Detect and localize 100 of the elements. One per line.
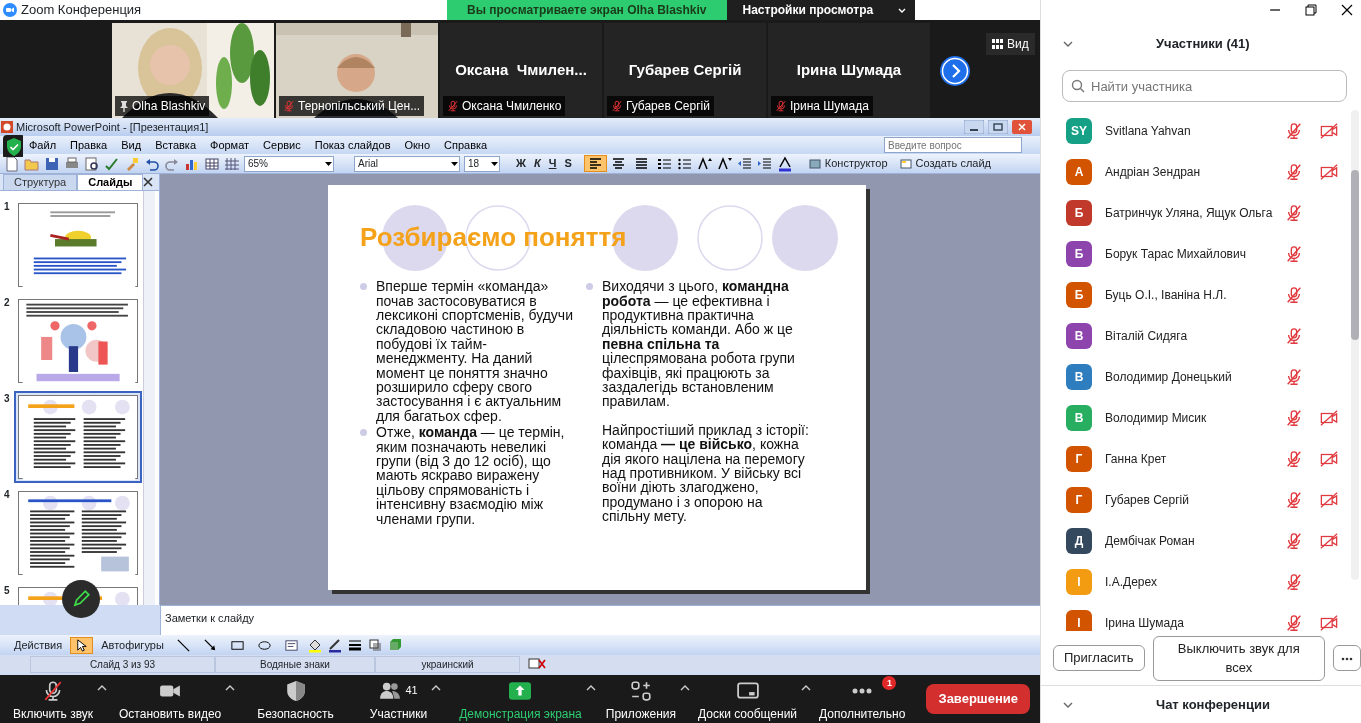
- dropdown-arrow-icon: [324, 160, 333, 167]
- format-button[interactable]: Ч: [544, 155, 561, 172]
- pencil-icon[interactable]: [62, 580, 100, 618]
- align-justify-icon[interactable]: [633, 156, 649, 171]
- line-style-icon[interactable]: [346, 637, 363, 653]
- chat-title: Чат конференции: [1156, 695, 1270, 714]
- avatar: Б: [1066, 240, 1092, 267]
- minimize-icon[interactable]: [964, 120, 984, 134]
- new-document-icon[interactable]: [4, 155, 20, 172]
- participant-row[interactable]: SY Svitlana Yahvan: [1041, 110, 1361, 151]
- avatar: Д: [1066, 527, 1092, 554]
- more-icon: [852, 687, 873, 694]
- new-slide-button[interactable]: Создать слайд: [895, 155, 995, 172]
- toolbar-button[interactable]: Доски сообщений: [695, 675, 801, 723]
- line-tool-icon[interactable]: [175, 637, 191, 653]
- more-button[interactable]: [1333, 645, 1361, 671]
- arrow-tool-icon[interactable]: [202, 637, 218, 653]
- font-size-dropdown[interactable]: 18: [464, 155, 500, 172]
- toolbar-button[interactable]: 1 Дополнительно: [816, 675, 909, 723]
- toolbar-button[interactable]: Приложения: [602, 675, 679, 723]
- actions-menu[interactable]: Действия: [10, 636, 67, 654]
- font-dropdown[interactable]: Arial: [354, 155, 460, 172]
- participant-row[interactable]: Б Борук Тарас Михайлович: [1041, 233, 1361, 274]
- participant-row[interactable]: І І.А.Дерех: [1041, 561, 1361, 602]
- menu-item[interactable]: Вставка: [148, 136, 203, 154]
- fill-color-icon[interactable]: [306, 637, 323, 653]
- pointer-tool-icon[interactable]: [74, 637, 90, 653]
- participant-row[interactable]: В Володимир Донецький: [1041, 356, 1361, 397]
- shadow-icon[interactable]: [366, 637, 383, 653]
- autoshapes-menu[interactable]: Автофигуры: [97, 636, 168, 654]
- save-icon[interactable]: [44, 155, 60, 172]
- textbox-tool-icon[interactable]: [283, 637, 299, 653]
- participant-name: Борук Тарас Михайлович: [1105, 245, 1246, 263]
- grid-icon[interactable]: [224, 155, 240, 172]
- toolbar-button[interactable]: Демонстрация экрана: [456, 675, 585, 723]
- video-tile[interactable]: Тернопільський Цен...: [276, 23, 438, 118]
- format-button[interactable]: Ж: [512, 155, 530, 172]
- format-button[interactable]: S: [560, 155, 576, 172]
- participant-row[interactable]: В Віталій Сидяга: [1041, 315, 1361, 356]
- video-tile[interactable]: Оксана Чмилен... Оксана Чмиленко: [440, 23, 602, 118]
- toolbar-button[interactable]: 41 Участники: [366, 675, 431, 723]
- table-icon[interactable]: [204, 155, 220, 172]
- menu-item[interactable]: Справка: [437, 136, 495, 154]
- menu-item[interactable]: Сервис: [256, 136, 308, 154]
- scrollbar[interactable]: [143, 191, 155, 605]
- toolbar-button[interactable]: Включить звук: [10, 675, 97, 723]
- decrease-indent-icon[interactable]: [736, 155, 753, 172]
- increase-indent-icon[interactable]: [756, 155, 773, 172]
- participant-row[interactable]: Б Батринчук Уляна, Ящук Ольга: [1041, 192, 1361, 233]
- menu-item[interactable]: Формат: [203, 136, 257, 154]
- participant-name: Дембічак Роман: [1105, 532, 1195, 550]
- search-field[interactable]: Найти участника: [1062, 70, 1347, 102]
- align-center-icon[interactable]: [610, 156, 626, 171]
- participant-row[interactable]: І Ірина Шумада: [1041, 602, 1361, 631]
- close-icon[interactable]: [1341, 4, 1353, 16]
- scrollbar[interactable]: [1351, 110, 1359, 580]
- menu-item[interactable]: Вид: [114, 136, 149, 154]
- close-icon[interactable]: [143, 177, 154, 187]
- menu-item[interactable]: Правка: [63, 136, 115, 154]
- participant-row[interactable]: Б Буць О.І., Іваніна Н.Л.: [1041, 274, 1361, 315]
- participant-row[interactable]: Г Губарев Сергій: [1041, 479, 1361, 520]
- slide-thumbnail[interactable]: [14, 391, 142, 483]
- participant-row[interactable]: А Андріан Зендран: [1041, 151, 1361, 192]
- notes-field[interactable]: Заметки к слайду: [160, 605, 1040, 635]
- next-arrow-icon[interactable]: [940, 56, 970, 86]
- video-tile[interactable]: Olha Blashkiv: [112, 23, 274, 118]
- end-meeting-button[interactable]: Завершение: [926, 684, 1030, 714]
- avatar: Б: [1066, 199, 1092, 226]
- increase-size-icon[interactable]: [696, 155, 713, 172]
- invite-button[interactable]: Пригласить: [1053, 645, 1145, 671]
- video-tile[interactable]: Ірина Шумада Ірина Шумада: [768, 23, 930, 118]
- toolbar-button[interactable]: Остановить видео: [116, 675, 225, 723]
- name-label: Тернопільський Цен...: [279, 96, 425, 116]
- print-preview-icon[interactable]: [84, 155, 100, 172]
- menu-item[interactable]: Файл: [22, 136, 64, 154]
- mute-all-button[interactable]: Выключить звук для всех: [1152, 635, 1325, 681]
- search-icon: [1071, 79, 1085, 93]
- help-search-field[interactable]: Введите вопрос: [884, 137, 1022, 153]
- pane-tab[interactable]: Слайды: [77, 174, 144, 190]
- participant-row[interactable]: В Володимир Мисик: [1041, 397, 1361, 438]
- zoom-dropdown[interactable]: 65%: [244, 155, 334, 172]
- pane-tab[interactable]: Структура: [3, 174, 78, 190]
- menu-item[interactable]: Окно: [397, 136, 438, 154]
- line-color-icon[interactable]: [326, 637, 343, 653]
- toolbar-button[interactable]: Безопасность: [254, 675, 337, 723]
- decrease-size-icon[interactable]: [716, 155, 733, 172]
- view-settings-button[interactable]: Настройки просмотра: [726, 0, 916, 20]
- align-left-icon[interactable]: [587, 156, 603, 171]
- view-button[interactable]: Вид: [986, 33, 1035, 55]
- restore-icon[interactable]: [1305, 4, 1317, 16]
- format-button[interactable]: К: [529, 155, 545, 172]
- participant-row[interactable]: Г Ганна Крет: [1041, 438, 1361, 479]
- video-tile[interactable]: Губарев Сергій Губарев Сергій: [604, 23, 766, 118]
- avatar: І: [1066, 609, 1092, 631]
- menu-item[interactable]: Показ слайдов: [307, 136, 398, 154]
- font-color-icon[interactable]: [776, 155, 793, 172]
- participant-row[interactable]: Д Дембічак Роман: [1041, 520, 1361, 561]
- window-title: Microsoft PowerPoint - [Презентация1]: [16, 119, 209, 135]
- design-button[interactable]: Конструктор: [804, 155, 892, 172]
- participant-name: Ірина Шумада: [1105, 614, 1184, 631]
